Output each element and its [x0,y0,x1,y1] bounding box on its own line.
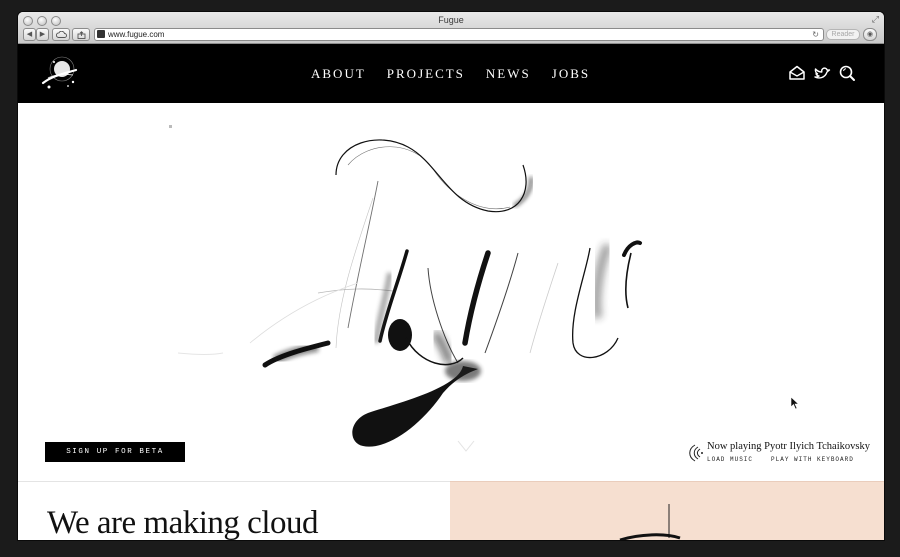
now-playing-text: Now playing Pyotr Ilyich Tchaikovsky [707,441,870,452]
feature-artwork [619,504,681,540]
fugue-logo-icon[interactable] [40,54,80,94]
address-bar[interactable]: www.fugue.com ↻ [94,28,824,41]
share-button[interactable] [72,28,90,41]
sound-waves-icon [689,444,703,462]
header-icons [788,64,856,82]
main-nav: ABOUT PROJECTS NEWS JOBS [311,67,611,81]
downloads-icon: ◉ [866,31,874,38]
browser-window: Fugue ⤢ ◀ ▶ www.fugue.com ↻ Reader ◉ ABO… [18,12,884,540]
mouse-cursor-icon [790,396,800,410]
site-favicon-icon [97,30,105,38]
hero-section: SIGN UP FOR BETA Now playing Pyotr Ilyic… [18,103,884,481]
feature-panel [450,481,884,540]
fugue-calligraphy-artwork[interactable] [18,103,884,481]
intro-headline: We are making cloud [47,505,318,540]
share-icon [77,30,85,39]
twitter-icon[interactable] [813,64,831,82]
sign-up-beta-button[interactable]: SIGN UP FOR BETA [45,442,185,462]
back-icon: ◀ [26,31,33,38]
player-actions: LOAD MUSIC PLAY WITH KEYBOARD [707,456,854,463]
forward-button[interactable]: ▶ [36,28,49,41]
nav-about[interactable]: ABOUT [311,67,366,81]
back-button[interactable]: ◀ [23,28,36,41]
reader-button[interactable]: Reader [826,29,860,40]
nav-jobs[interactable]: JOBS [552,67,590,81]
play-with-keyboard-link[interactable]: PLAY WITH KEYBOARD [771,456,854,463]
title-bar: Fugue ⤢ ◀ ▶ www.fugue.com ↻ Reader ◉ [18,12,884,44]
url-text[interactable]: www.fugue.com [108,29,164,40]
site-header: ABOUT PROJECTS NEWS JOBS [18,44,884,103]
nav-news[interactable]: NEWS [486,67,531,81]
fullscreen-icon[interactable]: ⤢ [872,14,879,25]
load-music-link[interactable]: LOAD MUSIC [707,456,753,463]
intro-section: We are making cloud [18,481,450,540]
window-title: Fugue [438,15,464,25]
forward-icon: ▶ [39,31,46,38]
search-icon[interactable] [838,64,856,82]
cloud-icon [55,31,67,38]
mail-icon[interactable] [788,64,806,82]
nav-projects[interactable]: PROJECTS [387,67,465,81]
downloads-button[interactable]: ◉ [863,28,877,41]
reload-icon[interactable]: ↻ [812,29,819,40]
icloud-tabs-button[interactable] [52,28,70,41]
